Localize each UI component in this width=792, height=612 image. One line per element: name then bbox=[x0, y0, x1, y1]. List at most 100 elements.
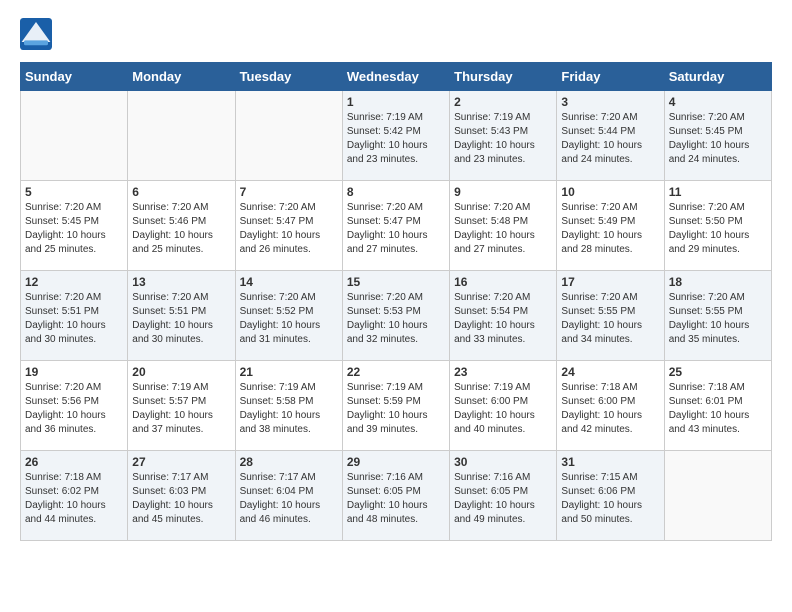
day-info: Sunrise: 7:19 AMSunset: 5:57 PMDaylight:… bbox=[132, 381, 230, 437]
day-info: Sunrise: 7:20 AMSunset: 5:47 PMDaylight:… bbox=[347, 201, 445, 257]
calendar-cell: 9 Sunrise: 7:20 AMSunset: 5:48 PMDayligh… bbox=[450, 181, 557, 271]
day-number: 16 bbox=[454, 275, 552, 289]
calendar-cell bbox=[21, 91, 128, 181]
day-info: Sunrise: 7:20 AMSunset: 5:45 PMDaylight:… bbox=[25, 201, 123, 257]
weekday-header-tuesday: Tuesday bbox=[235, 63, 342, 91]
day-info: Sunrise: 7:20 AMSunset: 5:51 PMDaylight:… bbox=[25, 291, 123, 347]
calendar-week-row: 26 Sunrise: 7:18 AMSunset: 6:02 PMDaylig… bbox=[21, 451, 772, 541]
day-number: 10 bbox=[561, 185, 659, 199]
calendar-cell: 6 Sunrise: 7:20 AMSunset: 5:46 PMDayligh… bbox=[128, 181, 235, 271]
day-info: Sunrise: 7:20 AMSunset: 5:45 PMDaylight:… bbox=[669, 111, 767, 167]
day-number: 17 bbox=[561, 275, 659, 289]
calendar-cell: 10 Sunrise: 7:20 AMSunset: 5:49 PMDaylig… bbox=[557, 181, 664, 271]
day-number: 25 bbox=[669, 365, 767, 379]
day-number: 13 bbox=[132, 275, 230, 289]
day-info: Sunrise: 7:19 AMSunset: 5:43 PMDaylight:… bbox=[454, 111, 552, 167]
weekday-header-saturday: Saturday bbox=[664, 63, 771, 91]
day-info: Sunrise: 7:15 AMSunset: 6:06 PMDaylight:… bbox=[561, 471, 659, 527]
weekday-header-row: SundayMondayTuesdayWednesdayThursdayFrid… bbox=[21, 63, 772, 91]
calendar-cell: 3 Sunrise: 7:20 AMSunset: 5:44 PMDayligh… bbox=[557, 91, 664, 181]
calendar-cell: 8 Sunrise: 7:20 AMSunset: 5:47 PMDayligh… bbox=[342, 181, 449, 271]
calendar-cell: 17 Sunrise: 7:20 AMSunset: 5:55 PMDaylig… bbox=[557, 271, 664, 361]
day-number: 23 bbox=[454, 365, 552, 379]
calendar-cell: 24 Sunrise: 7:18 AMSunset: 6:00 PMDaylig… bbox=[557, 361, 664, 451]
calendar-cell: 2 Sunrise: 7:19 AMSunset: 5:43 PMDayligh… bbox=[450, 91, 557, 181]
day-number: 4 bbox=[669, 95, 767, 109]
calendar-cell: 5 Sunrise: 7:20 AMSunset: 5:45 PMDayligh… bbox=[21, 181, 128, 271]
calendar-cell: 27 Sunrise: 7:17 AMSunset: 6:03 PMDaylig… bbox=[128, 451, 235, 541]
calendar-week-row: 19 Sunrise: 7:20 AMSunset: 5:56 PMDaylig… bbox=[21, 361, 772, 451]
calendar-cell bbox=[128, 91, 235, 181]
calendar-cell: 11 Sunrise: 7:20 AMSunset: 5:50 PMDaylig… bbox=[664, 181, 771, 271]
day-number: 7 bbox=[240, 185, 338, 199]
day-number: 14 bbox=[240, 275, 338, 289]
day-number: 30 bbox=[454, 455, 552, 469]
day-number: 21 bbox=[240, 365, 338, 379]
day-info: Sunrise: 7:20 AMSunset: 5:54 PMDaylight:… bbox=[454, 291, 552, 347]
calendar-cell: 1 Sunrise: 7:19 AMSunset: 5:42 PMDayligh… bbox=[342, 91, 449, 181]
calendar-cell: 30 Sunrise: 7:16 AMSunset: 6:05 PMDaylig… bbox=[450, 451, 557, 541]
day-info: Sunrise: 7:20 AMSunset: 5:52 PMDaylight:… bbox=[240, 291, 338, 347]
day-number: 3 bbox=[561, 95, 659, 109]
day-info: Sunrise: 7:18 AMSunset: 6:01 PMDaylight:… bbox=[669, 381, 767, 437]
calendar-cell: 16 Sunrise: 7:20 AMSunset: 5:54 PMDaylig… bbox=[450, 271, 557, 361]
calendar-week-row: 5 Sunrise: 7:20 AMSunset: 5:45 PMDayligh… bbox=[21, 181, 772, 271]
calendar-cell: 22 Sunrise: 7:19 AMSunset: 5:59 PMDaylig… bbox=[342, 361, 449, 451]
day-number: 11 bbox=[669, 185, 767, 199]
weekday-header-thursday: Thursday bbox=[450, 63, 557, 91]
day-info: Sunrise: 7:20 AMSunset: 5:55 PMDaylight:… bbox=[669, 291, 767, 347]
day-info: Sunrise: 7:18 AMSunset: 6:00 PMDaylight:… bbox=[561, 381, 659, 437]
weekday-header-monday: Monday bbox=[128, 63, 235, 91]
day-info: Sunrise: 7:17 AMSunset: 6:03 PMDaylight:… bbox=[132, 471, 230, 527]
day-number: 9 bbox=[454, 185, 552, 199]
calendar-cell: 7 Sunrise: 7:20 AMSunset: 5:47 PMDayligh… bbox=[235, 181, 342, 271]
day-number: 18 bbox=[669, 275, 767, 289]
calendar-cell: 13 Sunrise: 7:20 AMSunset: 5:51 PMDaylig… bbox=[128, 271, 235, 361]
calendar-cell: 21 Sunrise: 7:19 AMSunset: 5:58 PMDaylig… bbox=[235, 361, 342, 451]
calendar-cell: 4 Sunrise: 7:20 AMSunset: 5:45 PMDayligh… bbox=[664, 91, 771, 181]
calendar-cell: 26 Sunrise: 7:18 AMSunset: 6:02 PMDaylig… bbox=[21, 451, 128, 541]
day-info: Sunrise: 7:20 AMSunset: 5:55 PMDaylight:… bbox=[561, 291, 659, 347]
day-info: Sunrise: 7:20 AMSunset: 5:46 PMDaylight:… bbox=[132, 201, 230, 257]
calendar-cell: 29 Sunrise: 7:16 AMSunset: 6:05 PMDaylig… bbox=[342, 451, 449, 541]
day-number: 20 bbox=[132, 365, 230, 379]
calendar-cell: 20 Sunrise: 7:19 AMSunset: 5:57 PMDaylig… bbox=[128, 361, 235, 451]
logo-icon bbox=[20, 18, 52, 50]
day-number: 27 bbox=[132, 455, 230, 469]
calendar-table: SundayMondayTuesdayWednesdayThursdayFrid… bbox=[20, 62, 772, 541]
calendar-cell: 15 Sunrise: 7:20 AMSunset: 5:53 PMDaylig… bbox=[342, 271, 449, 361]
day-info: Sunrise: 7:19 AMSunset: 5:58 PMDaylight:… bbox=[240, 381, 338, 437]
calendar-cell: 12 Sunrise: 7:20 AMSunset: 5:51 PMDaylig… bbox=[21, 271, 128, 361]
calendar-cell: 31 Sunrise: 7:15 AMSunset: 6:06 PMDaylig… bbox=[557, 451, 664, 541]
day-number: 2 bbox=[454, 95, 552, 109]
day-number: 24 bbox=[561, 365, 659, 379]
day-number: 15 bbox=[347, 275, 445, 289]
day-number: 12 bbox=[25, 275, 123, 289]
day-info: Sunrise: 7:20 AMSunset: 5:51 PMDaylight:… bbox=[132, 291, 230, 347]
day-info: Sunrise: 7:20 AMSunset: 5:49 PMDaylight:… bbox=[561, 201, 659, 257]
calendar-cell bbox=[235, 91, 342, 181]
day-info: Sunrise: 7:16 AMSunset: 6:05 PMDaylight:… bbox=[347, 471, 445, 527]
day-info: Sunrise: 7:20 AMSunset: 5:56 PMDaylight:… bbox=[25, 381, 123, 437]
calendar-cell: 25 Sunrise: 7:18 AMSunset: 6:01 PMDaylig… bbox=[664, 361, 771, 451]
day-info: Sunrise: 7:20 AMSunset: 5:53 PMDaylight:… bbox=[347, 291, 445, 347]
day-number: 8 bbox=[347, 185, 445, 199]
day-info: Sunrise: 7:20 AMSunset: 5:44 PMDaylight:… bbox=[561, 111, 659, 167]
calendar-cell: 18 Sunrise: 7:20 AMSunset: 5:55 PMDaylig… bbox=[664, 271, 771, 361]
day-number: 19 bbox=[25, 365, 123, 379]
day-info: Sunrise: 7:19 AMSunset: 6:00 PMDaylight:… bbox=[454, 381, 552, 437]
calendar-week-row: 1 Sunrise: 7:19 AMSunset: 5:42 PMDayligh… bbox=[21, 91, 772, 181]
day-info: Sunrise: 7:20 AMSunset: 5:47 PMDaylight:… bbox=[240, 201, 338, 257]
day-info: Sunrise: 7:19 AMSunset: 5:42 PMDaylight:… bbox=[347, 111, 445, 167]
logo bbox=[20, 20, 56, 52]
day-info: Sunrise: 7:20 AMSunset: 5:48 PMDaylight:… bbox=[454, 201, 552, 257]
calendar-cell: 19 Sunrise: 7:20 AMSunset: 5:56 PMDaylig… bbox=[21, 361, 128, 451]
day-info: Sunrise: 7:16 AMSunset: 6:05 PMDaylight:… bbox=[454, 471, 552, 527]
calendar-week-row: 12 Sunrise: 7:20 AMSunset: 5:51 PMDaylig… bbox=[21, 271, 772, 361]
calendar-cell: 14 Sunrise: 7:20 AMSunset: 5:52 PMDaylig… bbox=[235, 271, 342, 361]
calendar-cell: 23 Sunrise: 7:19 AMSunset: 6:00 PMDaylig… bbox=[450, 361, 557, 451]
weekday-header-sunday: Sunday bbox=[21, 63, 128, 91]
day-info: Sunrise: 7:20 AMSunset: 5:50 PMDaylight:… bbox=[669, 201, 767, 257]
calendar-cell bbox=[664, 451, 771, 541]
day-number: 5 bbox=[25, 185, 123, 199]
